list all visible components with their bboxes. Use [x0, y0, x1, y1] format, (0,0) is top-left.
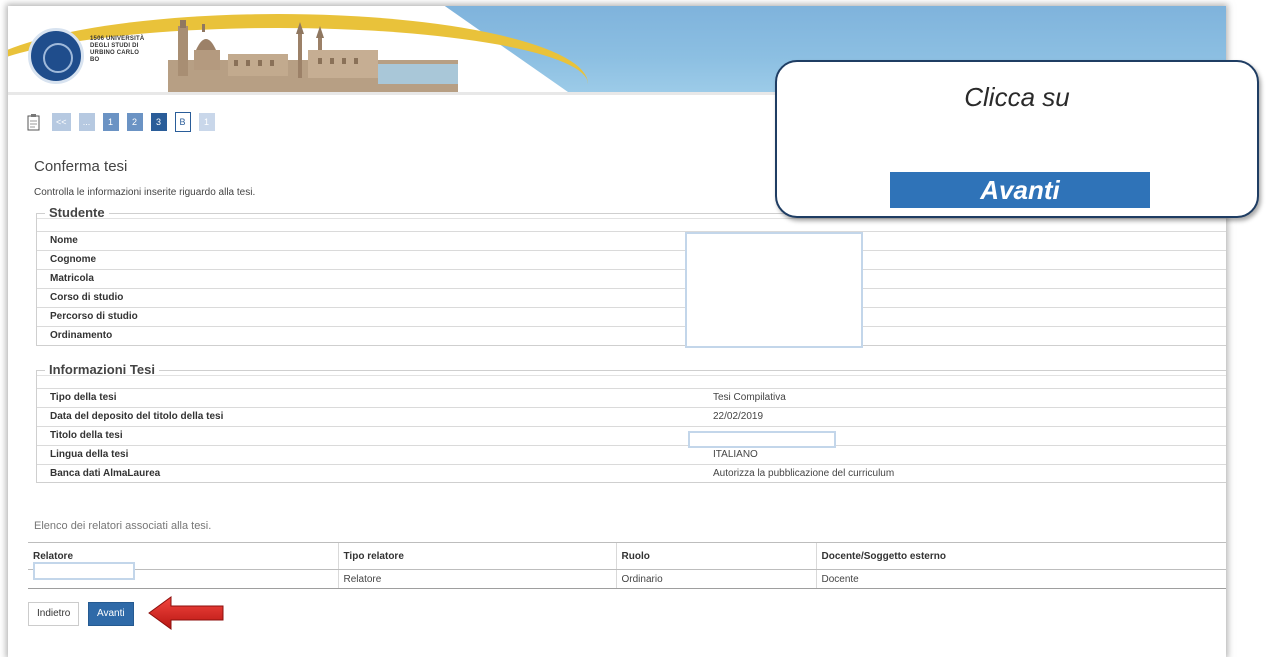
red-arrow-icon: [148, 596, 224, 630]
row-matricola: Matricola: [37, 269, 1226, 288]
label-cognome: Cognome: [50, 254, 97, 265]
row-corso: Corso di studio: [37, 288, 1226, 307]
relatori-table: Relatore Tipo relatore Ruolo Docente/Sog…: [28, 542, 1226, 589]
step-first[interactable]: <<: [52, 113, 71, 131]
label-almalaurea: Banca dati AlmaLaurea: [50, 468, 161, 479]
tesi-legend-rule: [37, 375, 1226, 376]
value-tipo-tesi: Tesi Compilativa: [713, 392, 786, 403]
cell-docente: Docente: [815, 569, 1226, 589]
header-ruolo: Ruolo: [615, 542, 816, 570]
row-ordinamento: Ordinamento: [37, 326, 1226, 345]
label-nome: Nome: [50, 235, 78, 246]
label-percorso: Percorso di studio: [50, 311, 138, 322]
studente-fieldset: Studente Nome Cognome Matricola Corso di…: [36, 205, 1226, 346]
cell-ruolo: Ordinario: [615, 569, 816, 589]
value-almalaurea: Autorizza la pubblicazione del curriculu…: [713, 468, 895, 479]
step-1[interactable]: 1: [102, 113, 119, 131]
city-skyline-icon: [168, 20, 458, 92]
label-data-deposito: Data del deposito del titolo della tesi: [50, 411, 224, 422]
university-logo-text: 1506 UNIVERSITÀ DEGLI STUDI DI URBINO CA…: [90, 36, 145, 63]
value-lingua-tesi: ITALIANO: [713, 449, 758, 460]
row-data-deposito: Data del deposito del titolo della tesi …: [37, 407, 1226, 426]
label-tipo-tesi: Tipo della tesi: [50, 392, 117, 403]
row-almalaurea: Banca dati AlmaLaurea Autorizza la pubbl…: [37, 464, 1226, 483]
label-ordinamento: Ordinamento: [50, 330, 113, 341]
label-corso: Corso di studio: [50, 292, 124, 303]
back-button[interactable]: Indietro: [28, 602, 80, 626]
student-data-redacted: [685, 232, 863, 348]
page-title: Conferma tesi: [34, 158, 128, 175]
table-row: Relatore Ordinario Docente: [28, 569, 1226, 589]
university-seal-icon[interactable]: [28, 28, 84, 84]
relatore-name-redacted: [33, 562, 135, 580]
page-description: Controlla le informazioni inserite rigua…: [34, 187, 256, 198]
row-tipo-tesi: Tipo della tesi Tesi Compilativa: [37, 388, 1226, 407]
row-cognome: Cognome: [37, 250, 1226, 269]
relatori-title: Elenco dei relatori associati alla tesi.: [34, 520, 212, 532]
next-button[interactable]: Avanti: [88, 602, 134, 626]
cell-tipo-relatore: Relatore: [337, 569, 616, 589]
step-next-1[interactable]: 1: [198, 113, 215, 131]
tesi-fieldset: Informazioni Tesi Tipo della tesi Tesi C…: [36, 362, 1226, 483]
step-b-current[interactable]: B: [174, 112, 191, 132]
row-lingua-tesi: Lingua della tesi ITALIANO: [37, 445, 1226, 464]
instruction-callout: Clicca su Avanti: [775, 60, 1259, 218]
step-2[interactable]: 2: [126, 113, 143, 131]
callout-next-button: Avanti: [890, 172, 1150, 208]
label-matricola: Matricola: [50, 273, 94, 284]
clipboard-icon: [27, 114, 40, 131]
header-tipo-relatore: Tipo relatore: [337, 542, 616, 570]
row-percorso: Percorso di studio: [37, 307, 1226, 326]
studente-legend-rule: [37, 218, 1226, 219]
row-nome: Nome: [37, 231, 1226, 250]
step-ellipsis[interactable]: ...: [78, 113, 95, 131]
relatori-header-row: Relatore Tipo relatore Ruolo Docente/Sog…: [28, 542, 1226, 570]
thesis-title-redacted: [688, 431, 836, 448]
header-docente: Docente/Soggetto esterno: [815, 542, 1226, 570]
label-lingua-tesi: Lingua della tesi: [50, 449, 129, 460]
callout-text: Clicca su: [964, 82, 1070, 112]
value-data-deposito: 22/02/2019: [713, 411, 764, 422]
row-titolo-tesi: Titolo della tesi: [37, 426, 1226, 445]
wizard-steps: << ... 1 2 3 B 1: [26, 112, 223, 132]
label-titolo-tesi: Titolo della tesi: [50, 430, 123, 441]
step-3[interactable]: 3: [150, 113, 167, 131]
